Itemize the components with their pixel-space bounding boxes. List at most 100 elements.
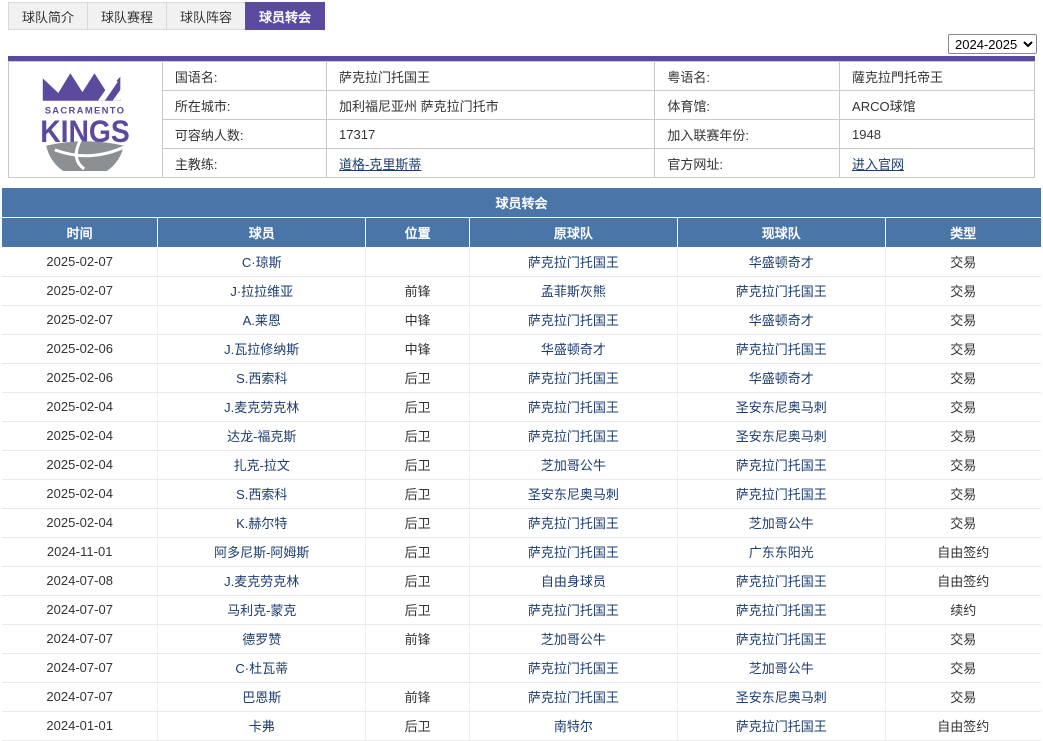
- to-team-link[interactable]: 萨克拉门托国王: [736, 719, 827, 734]
- player-link[interactable]: 卡弗: [249, 719, 275, 734]
- info-label: 可容纳人数:: [162, 120, 326, 149]
- from-team-link[interactable]: 华盛顿奇才: [541, 342, 606, 357]
- info-value-capacity: 17317: [327, 120, 655, 149]
- season-select[interactable]: 2024-2025: [948, 34, 1037, 54]
- from-team-link[interactable]: 萨克拉门托国王: [528, 400, 619, 415]
- to-team-link[interactable]: 萨克拉门托国王: [736, 458, 827, 473]
- cell-position: 前锋: [366, 276, 470, 305]
- transfer-section: 球员转会 时间 球员 位置 原球队 现球队 类型 2025-02-07 C·琼斯…: [2, 188, 1041, 741]
- to-team-link[interactable]: 芝加哥公牛: [749, 516, 814, 531]
- from-team-link[interactable]: 萨克拉门托国王: [528, 545, 619, 560]
- cell-player: 马利克-蒙克: [158, 595, 366, 624]
- cell-player: 扎克-拉文: [158, 450, 366, 479]
- player-link[interactable]: C·杜瓦蒂: [235, 661, 288, 676]
- player-link[interactable]: K.赫尔特: [236, 516, 287, 531]
- info-label: 粤语名:: [655, 62, 840, 91]
- from-team-link[interactable]: 萨克拉门托国王: [528, 516, 619, 531]
- transfer-row: 2025-02-06 J.瓦拉修纳斯 中锋 华盛顿奇才 萨克拉门托国王 交易: [2, 334, 1041, 363]
- from-team-link[interactable]: 南特尔: [554, 719, 593, 734]
- cell-date: 2024-07-07: [2, 595, 158, 624]
- cell-position: [366, 247, 470, 276]
- season-select-row: 2024-2025: [0, 30, 1043, 56]
- to-team-link[interactable]: 华盛顿奇才: [749, 371, 814, 386]
- from-team-link[interactable]: 萨克拉门托国王: [528, 255, 619, 270]
- to-team-link[interactable]: 萨克拉门托国王: [736, 487, 827, 502]
- player-link[interactable]: J.瓦拉修纳斯: [224, 342, 299, 357]
- cell-date: 2025-02-04: [2, 421, 158, 450]
- cell-type: 交易: [885, 363, 1041, 392]
- player-link[interactable]: 达龙-福克斯: [227, 429, 296, 444]
- player-link[interactable]: 扎克-拉文: [234, 458, 290, 473]
- from-team-link[interactable]: 萨克拉门托国王: [528, 429, 619, 444]
- tab-team-intro[interactable]: 球队简介: [8, 2, 88, 30]
- from-team-link[interactable]: 萨克拉门托国王: [528, 690, 619, 705]
- cell-date: 2025-02-04: [2, 392, 158, 421]
- player-link[interactable]: J.麦克劳克林: [224, 574, 299, 589]
- info-value-arena: ARCO球馆: [840, 91, 1035, 120]
- info-label: 主教练:: [162, 149, 326, 178]
- player-link[interactable]: C·琼斯: [242, 255, 282, 270]
- cell-player: J·拉拉维亚: [158, 276, 366, 305]
- from-team-link[interactable]: 萨克拉门托国王: [528, 661, 619, 676]
- info-label: 国语名:: [162, 62, 326, 91]
- cell-to-team: 萨克拉门托国王: [677, 276, 885, 305]
- from-team-link[interactable]: 孟菲斯灰熊: [541, 284, 606, 299]
- to-team-link[interactable]: 圣安东尼奥马刺: [736, 690, 827, 705]
- cell-from-team: 萨克拉门托国王: [470, 508, 678, 537]
- from-team-link[interactable]: 芝加哥公牛: [541, 632, 606, 647]
- cell-to-team: 萨克拉门托国王: [677, 450, 885, 479]
- to-team-link[interactable]: 萨克拉门托国王: [736, 632, 827, 647]
- to-team-link[interactable]: 广东东阳光: [749, 545, 814, 560]
- player-link[interactable]: S.西索科: [236, 487, 287, 502]
- to-team-link[interactable]: 华盛顿奇才: [749, 255, 814, 270]
- cell-type: 交易: [885, 247, 1041, 276]
- coach-link[interactable]: 道格-克里斯蒂: [339, 157, 421, 172]
- player-link[interactable]: 马利克-蒙克: [227, 603, 296, 618]
- to-team-link[interactable]: 萨克拉门托国王: [736, 603, 827, 618]
- info-label: 加入联赛年份:: [655, 120, 840, 149]
- cell-type: 交易: [885, 276, 1041, 305]
- tab-team-schedule[interactable]: 球队赛程: [87, 2, 167, 30]
- cell-from-team: 南特尔: [470, 711, 678, 740]
- player-link[interactable]: 阿多尼斯-阿姆斯: [214, 545, 309, 560]
- from-team-link[interactable]: 芝加哥公牛: [541, 458, 606, 473]
- cell-date: 2025-02-04: [2, 508, 158, 537]
- to-team-link[interactable]: 萨克拉门托国王: [736, 342, 827, 357]
- player-link[interactable]: J·拉拉维亚: [230, 284, 293, 299]
- player-link[interactable]: 巴恩斯: [242, 690, 281, 705]
- cell-type: 续约: [885, 595, 1041, 624]
- cell-type: 交易: [885, 392, 1041, 421]
- player-link[interactable]: A.莱恩: [243, 313, 281, 328]
- cell-date: 2024-11-01: [2, 537, 158, 566]
- official-site-link[interactable]: 进入官网: [852, 157, 904, 172]
- cell-date: 2025-02-04: [2, 450, 158, 479]
- to-team-link[interactable]: 圣安东尼奥马刺: [736, 400, 827, 415]
- cell-player: 卡弗: [158, 711, 366, 740]
- to-team-link[interactable]: 华盛顿奇才: [749, 313, 814, 328]
- cell-player: 阿多尼斯-阿姆斯: [158, 537, 366, 566]
- cell-type: 自由签约: [885, 566, 1041, 595]
- from-team-link[interactable]: 萨克拉门托国王: [528, 603, 619, 618]
- player-link[interactable]: S.西索科: [236, 371, 287, 386]
- from-team-link[interactable]: 圣安东尼奥马刺: [528, 487, 619, 502]
- cell-from-team: 萨克拉门托国王: [470, 247, 678, 276]
- to-team-link[interactable]: 萨克拉门托国王: [736, 574, 827, 589]
- to-team-link[interactable]: 芝加哥公牛: [749, 661, 814, 676]
- to-team-link[interactable]: 圣安东尼奥马刺: [736, 429, 827, 444]
- player-link[interactable]: 德罗赞: [242, 632, 281, 647]
- transfer-row: 2025-02-04 K.赫尔特 后卫 萨克拉门托国王 芝加哥公牛 交易: [2, 508, 1041, 537]
- to-team-link[interactable]: 萨克拉门托国王: [736, 284, 827, 299]
- player-link[interactable]: J.麦克劳克林: [224, 400, 299, 415]
- from-team-link[interactable]: 萨克拉门托国王: [528, 313, 619, 328]
- team-info-table: SACRAMENTO KINGS 国语名: 萨克拉门托国王 粤语名: 薩克拉門托…: [8, 61, 1035, 178]
- from-team-link[interactable]: 萨克拉门托国王: [528, 371, 619, 386]
- cell-date: 2024-07-07: [2, 653, 158, 682]
- cell-to-team: 萨克拉门托国王: [677, 566, 885, 595]
- transfer-row: 2024-07-07 马利克-蒙克 后卫 萨克拉门托国王 萨克拉门托国王 续约: [2, 595, 1041, 624]
- tab-player-transfers[interactable]: 球员转会: [245, 2, 325, 30]
- tab-team-roster[interactable]: 球队阵容: [166, 2, 246, 30]
- from-team-link[interactable]: 自由身球员: [541, 574, 606, 589]
- transfer-row: 2025-02-07 C·琼斯 萨克拉门托国王 华盛顿奇才 交易: [2, 247, 1041, 276]
- cell-player: S.西索科: [158, 363, 366, 392]
- cell-to-team: 华盛顿奇才: [677, 363, 885, 392]
